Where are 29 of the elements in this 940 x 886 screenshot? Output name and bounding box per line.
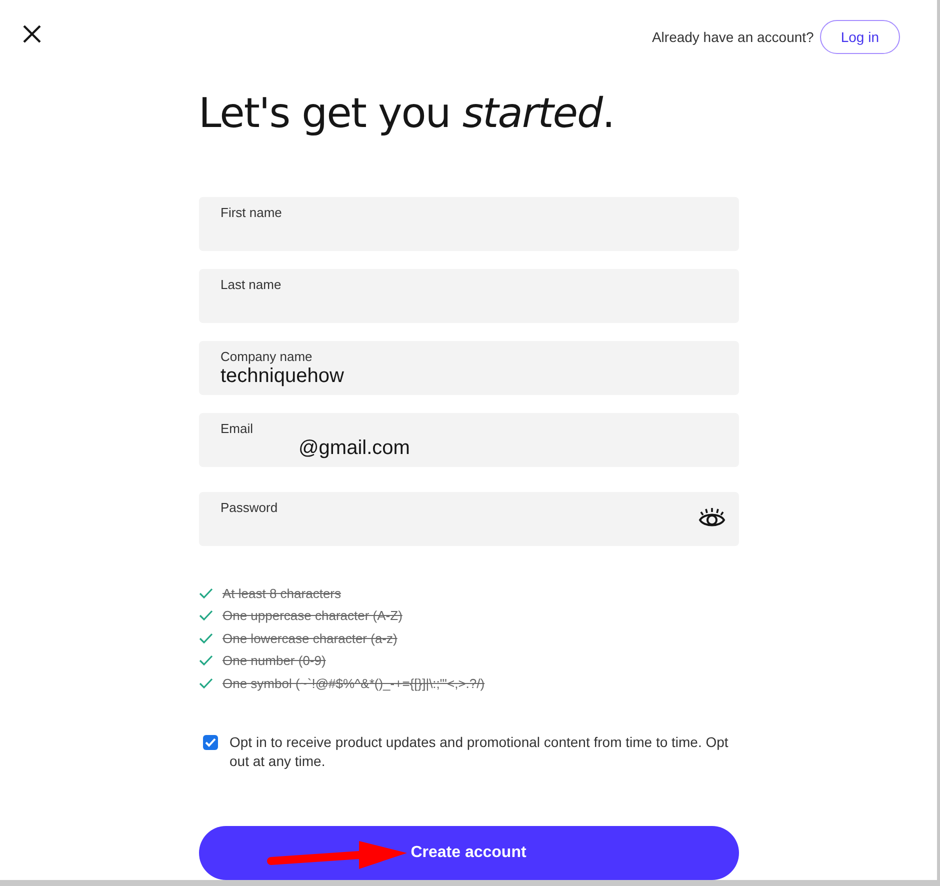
input-field[interactable]: Password [198, 492, 738, 546]
login-button[interactable]: Log in [820, 20, 900, 54]
check-icon [198, 588, 212, 599]
field-label: Email [220, 420, 254, 438]
field-label: Last name [220, 276, 282, 294]
eye-icon[interactable] [698, 507, 726, 529]
check-icon [198, 610, 212, 622]
field-label: Company name [220, 348, 312, 366]
input-field[interactable]: First name [198, 197, 738, 251]
check-icon [198, 678, 212, 689]
field-label: Password [220, 499, 278, 517]
field-value: @gmail.com [298, 436, 410, 461]
password-requirement: One number (0-9) [222, 652, 326, 670]
page-title: Let's get you started. [198, 88, 616, 139]
check-icon [198, 655, 212, 666]
field-value: techniquehow [220, 364, 344, 389]
password-requirement: At least 8 characters [222, 584, 341, 602]
password-requirement: One lowercase character (a-z) [222, 630, 398, 648]
input-field[interactable]: Last name [198, 269, 738, 323]
opt-in-text: Opt in to receive product updates and promotional content from time to time. Opt out at any time. [230, 732, 730, 770]
field-label: First name [220, 204, 282, 222]
password-requirement: One uppercase character (A-Z) [222, 607, 402, 625]
check-icon [198, 632, 212, 644]
login-prompt: Already have an account? [652, 28, 814, 47]
create-account-button[interactable]: Create account [198, 826, 738, 880]
input-field[interactable]: Email @gmail.com [198, 413, 738, 467]
input-field[interactable]: Company name techniquehow [198, 341, 738, 395]
password-requirement: One symbol (~`!@#$%^&*()_-+={[}]|\:;"'<,>.?/) [222, 674, 485, 693]
opt-in-checkbox[interactable] [202, 734, 218, 750]
